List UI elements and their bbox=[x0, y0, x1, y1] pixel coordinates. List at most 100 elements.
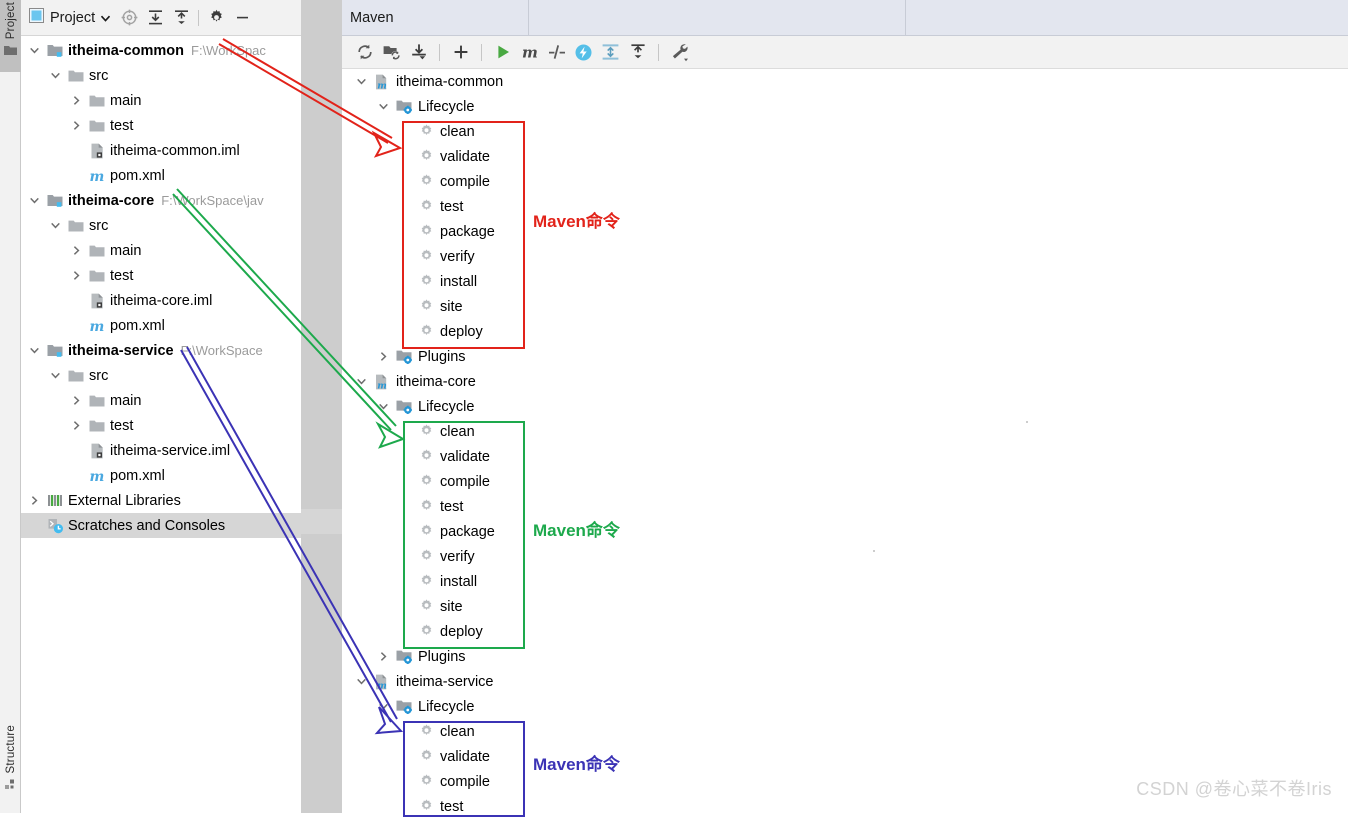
libraries-icon bbox=[45, 493, 65, 508]
tool-button-project[interactable]: Project bbox=[0, 0, 21, 72]
maven-tree-row[interactable]: verify bbox=[342, 544, 1348, 569]
maven-tree-row[interactable]: deploy bbox=[342, 619, 1348, 644]
maven-tree-row[interactable]: verify bbox=[342, 244, 1348, 269]
project-tree-row[interactable]: test bbox=[21, 263, 301, 288]
project-tree-row[interactable]: m pom.xml bbox=[21, 163, 301, 188]
project-tree-row[interactable]: itheima-core.iml bbox=[21, 288, 301, 313]
maven-tree-row-label: clean bbox=[440, 423, 475, 440]
project-tree-row[interactable]: itheima-core F:\WorkSpace\jav bbox=[21, 188, 301, 213]
execute-maven-goal-icon[interactable]: m bbox=[516, 39, 543, 66]
chevron-down-icon[interactable] bbox=[44, 222, 66, 229]
maven-tree-row[interactable]: compile bbox=[342, 169, 1348, 194]
project-tree-row[interactable]: m pom.xml bbox=[21, 463, 301, 488]
chevron-right-icon[interactable] bbox=[65, 96, 87, 105]
minimize-icon[interactable] bbox=[229, 5, 255, 31]
tool-button-structure[interactable]: Structure bbox=[0, 723, 21, 813]
chevron-down-icon[interactable] bbox=[372, 703, 394, 710]
maven-settings-icon[interactable] bbox=[666, 39, 693, 66]
maven-tree-row[interactable]: Lifecycle bbox=[342, 394, 1348, 419]
project-tree-row[interactable]: itheima-service.iml bbox=[21, 438, 301, 463]
chevron-right-icon[interactable] bbox=[65, 121, 87, 130]
chevron-down-icon[interactable] bbox=[23, 47, 45, 54]
maven-tree-row[interactable]: clean bbox=[342, 419, 1348, 444]
maven-tree-row[interactable]: validate bbox=[342, 744, 1348, 769]
toggle-skip-tests-icon[interactable] bbox=[543, 39, 570, 66]
folder-icon bbox=[4, 45, 17, 56]
chevron-right-icon[interactable] bbox=[372, 652, 394, 661]
download-sources-icon[interactable] bbox=[405, 39, 432, 66]
project-tree-row[interactable]: Scratches and Consoles bbox=[21, 513, 301, 538]
expand-all-icon[interactable] bbox=[597, 39, 624, 66]
maven-tree-row[interactable]: compile bbox=[342, 469, 1348, 494]
chevron-right-icon[interactable] bbox=[65, 421, 87, 430]
chevron-down-icon[interactable] bbox=[23, 197, 45, 204]
collapse-all-icon[interactable] bbox=[624, 39, 651, 66]
project-view-selector[interactable]: Project bbox=[29, 8, 116, 27]
chevron-right-icon[interactable] bbox=[65, 246, 87, 255]
chevron-down-icon[interactable] bbox=[372, 403, 394, 410]
project-tree-row[interactable]: main bbox=[21, 88, 301, 113]
project-tree-row[interactable]: itheima-service F:\WorkSpace bbox=[21, 338, 301, 363]
project-tree-row[interactable]: src bbox=[21, 363, 301, 388]
tab-maven[interactable]: Maven bbox=[342, 0, 528, 35]
maven-tree[interactable]: m itheima-common Lifecycle clean validate com… bbox=[342, 69, 1348, 815]
add-icon[interactable] bbox=[447, 39, 474, 66]
project-tree-row[interactable]: itheima-common.iml bbox=[21, 138, 301, 163]
structure-icon bbox=[4, 779, 17, 790]
project-tree-row[interactable]: External Libraries bbox=[21, 488, 301, 513]
maven-tree-row[interactable]: Plugins bbox=[342, 344, 1348, 369]
maven-tree-row[interactable]: Plugins bbox=[342, 644, 1348, 669]
expand-all-icon[interactable] bbox=[142, 5, 168, 31]
tab-empty-2[interactable] bbox=[906, 0, 1348, 35]
chevron-down-icon[interactable] bbox=[44, 372, 66, 379]
folder-icon bbox=[87, 419, 107, 433]
project-tree-row[interactable]: src bbox=[21, 213, 301, 238]
gear-icon[interactable] bbox=[203, 5, 229, 31]
chevron-right-icon[interactable] bbox=[65, 271, 87, 280]
chevron-down-icon[interactable] bbox=[23, 347, 45, 354]
chevron-down-icon[interactable] bbox=[350, 378, 372, 385]
maven-tree-row[interactable]: site bbox=[342, 594, 1348, 619]
project-tree-row[interactable]: test bbox=[21, 113, 301, 138]
generate-sources-icon[interactable] bbox=[378, 39, 405, 66]
project-tree-row[interactable]: main bbox=[21, 388, 301, 413]
run-icon[interactable] bbox=[489, 39, 516, 66]
chevron-right-icon[interactable] bbox=[23, 496, 45, 505]
chevron-right-icon[interactable] bbox=[372, 352, 394, 361]
collapse-all-icon[interactable] bbox=[168, 5, 194, 31]
maven-tree-row[interactable]: validate bbox=[342, 144, 1348, 169]
maven-tree-row[interactable]: clean bbox=[342, 719, 1348, 744]
project-tree-row[interactable]: test bbox=[21, 413, 301, 438]
project-tree-row[interactable]: main bbox=[21, 238, 301, 263]
maven-tree-row[interactable]: m itheima-service bbox=[342, 669, 1348, 694]
project-tree-row[interactable]: m pom.xml bbox=[21, 313, 301, 338]
maven-tree-row[interactable]: install bbox=[342, 269, 1348, 294]
maven-tree-row[interactable]: clean bbox=[342, 119, 1348, 144]
chevron-right-icon[interactable] bbox=[65, 396, 87, 405]
panel-splitter[interactable] bbox=[301, 0, 342, 813]
chevron-down-icon[interactable] bbox=[44, 72, 66, 79]
maven-tree-row[interactable]: package bbox=[342, 519, 1348, 544]
locate-icon[interactable] bbox=[116, 5, 142, 31]
maven-tree-row[interactable]: install bbox=[342, 569, 1348, 594]
maven-tree-row[interactable]: deploy bbox=[342, 319, 1348, 344]
tab-empty-1[interactable] bbox=[529, 0, 905, 35]
maven-tree-row[interactable]: test bbox=[342, 194, 1348, 219]
toggle-offline-icon[interactable] bbox=[570, 39, 597, 66]
maven-tree-row[interactable]: validate bbox=[342, 444, 1348, 469]
maven-tree-row[interactable]: m itheima-common bbox=[342, 69, 1348, 94]
maven-tree-row[interactable]: site bbox=[342, 294, 1348, 319]
maven-tree-row[interactable]: test bbox=[342, 494, 1348, 519]
maven-tree-row[interactable]: Lifecycle bbox=[342, 94, 1348, 119]
reimport-icon[interactable] bbox=[351, 39, 378, 66]
splitter-handle[interactable] bbox=[301, 509, 342, 534]
chevron-down-icon[interactable] bbox=[350, 78, 372, 85]
maven-tree-row[interactable]: package bbox=[342, 219, 1348, 244]
chevron-down-icon[interactable] bbox=[372, 103, 394, 110]
chevron-down-icon[interactable] bbox=[350, 678, 372, 685]
project-tree-row[interactable]: src bbox=[21, 63, 301, 88]
maven-tree-row[interactable]: Lifecycle bbox=[342, 694, 1348, 719]
project-tree[interactable]: itheima-common F:\WorkSpac src main test ithe… bbox=[21, 36, 301, 813]
maven-tree-row[interactable]: m itheima-core bbox=[342, 369, 1348, 394]
project-tree-row[interactable]: itheima-common F:\WorkSpac bbox=[21, 38, 301, 63]
